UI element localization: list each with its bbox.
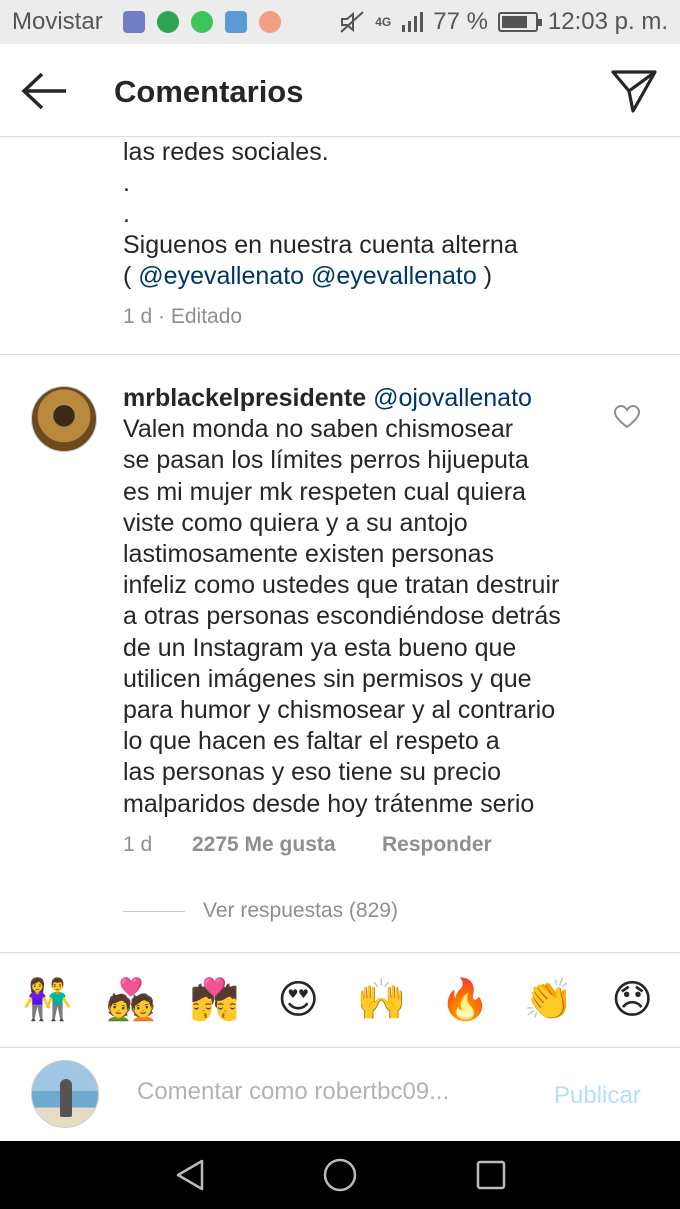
emoji-button[interactable]: 👫 — [18, 980, 78, 1020]
nav-recent-icon[interactable] — [475, 1159, 507, 1191]
emoji-button[interactable]: 😍 — [268, 980, 328, 1020]
mute-icon — [340, 11, 364, 33]
hangouts-icon — [156, 11, 179, 33]
emoji-button[interactable]: 🔥 — [435, 980, 495, 1020]
nav-home-icon[interactable] — [322, 1157, 358, 1193]
mention-link[interactable]: @eyevallenato — [138, 262, 304, 290]
replies-line — [123, 910, 185, 912]
battery-percent: 77 % — [433, 8, 488, 35]
paper-plane-icon[interactable] — [610, 68, 658, 114]
publish-button[interactable]: Publicar — [554, 1082, 641, 1110]
reply-button[interactable]: Responder — [382, 833, 492, 857]
post-caption: las redes sociales. . . Siguenos en nues… — [123, 137, 663, 292]
heart-icon[interactable] — [614, 405, 640, 429]
avatar[interactable] — [31, 386, 97, 452]
page-title: Comentarios — [114, 74, 304, 109]
comment-username[interactable]: mrblackelpresidente — [123, 384, 366, 412]
network-label: 4G — [375, 15, 392, 29]
photo-icon — [224, 11, 247, 33]
clock: 12:03 p. m. — [547, 8, 668, 35]
emoji-button[interactable]: 🙌 — [352, 980, 412, 1020]
signal-icon — [402, 12, 424, 32]
comment-body: mrblackelpresidente @ojovallenato Valen … — [123, 383, 613, 820]
comment-text: Valen monda no saben chismosear se pasan… — [123, 415, 561, 818]
battery-icon — [497, 12, 542, 32]
comment-composer: Publicar — [0, 1048, 680, 1141]
caption-text-end: ) — [476, 262, 493, 290]
emoji-button[interactable]: 👏 — [519, 980, 579, 1020]
gallery-icon — [122, 11, 145, 33]
app-header: Comentarios — [0, 44, 680, 137]
status-bar: Movistar 4G 77 % 12:03 p. m. — [0, 0, 680, 44]
comment-input[interactable] — [137, 1078, 517, 1106]
emoji-bar: 👫 💑 💏 😍 🙌 🔥 👏 😞 — [0, 952, 680, 1048]
divider — [0, 354, 680, 355]
avatar — [31, 1060, 99, 1128]
emoji-button[interactable]: 💑 — [101, 980, 161, 1020]
carrier-label: Movistar — [12, 8, 103, 35]
mention-link[interactable]: @eyevallenato — [311, 262, 477, 290]
arrow-left-icon[interactable] — [20, 71, 70, 111]
comment-meta: 1 d 2275 Me gusta Responder — [123, 833, 492, 857]
nav-back-icon[interactable] — [172, 1157, 208, 1193]
likes-count[interactable]: 2275 Me gusta — [192, 833, 382, 857]
emoji-button[interactable]: 💏 — [185, 980, 245, 1020]
comment-time: 1 d — [123, 833, 153, 856]
system-nav-bar — [0, 1141, 680, 1209]
caption-meta: 1 d · Editado — [123, 305, 243, 328]
pinterest-icon — [258, 11, 281, 33]
view-replies-label: Ver respuestas (829) — [203, 899, 398, 922]
whatsapp-icon — [190, 11, 213, 33]
view-replies-button[interactable]: Ver respuestas (829) — [123, 899, 398, 923]
mention-link[interactable]: @ojovallenato — [373, 384, 532, 412]
emoji-button[interactable]: 😞 — [602, 980, 662, 1020]
